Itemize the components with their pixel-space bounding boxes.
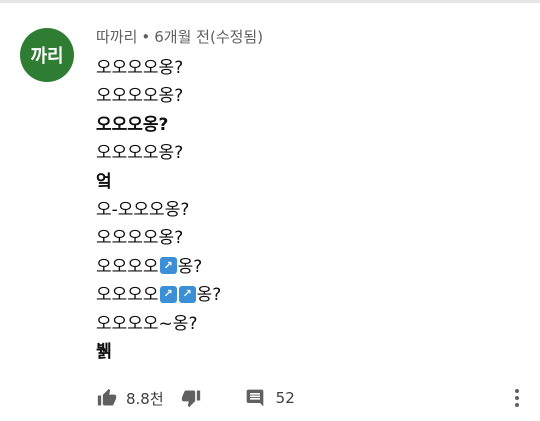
like-button[interactable] (96, 387, 118, 409)
arrow-up-right-emoji-icon: ↗ (178, 285, 196, 303)
comment-line-suffix: 옹? (177, 256, 203, 277)
dislike-button[interactable] (180, 387, 202, 409)
comment-line: 오오오오옹? (96, 224, 516, 252)
comment-line: 오-오오오옹? (96, 196, 516, 224)
author-name[interactable]: 따까리 (96, 26, 137, 48)
comment-line: 오오오오옹? (96, 54, 516, 82)
more-vertical-icon (515, 389, 519, 407)
comment-actions: 8.8천 52 (96, 384, 295, 412)
avatar-text: 까리 (30, 46, 64, 67)
arrow-up-right-emoji-icon: ↗ (159, 285, 177, 303)
comment-line: 뷁 (96, 338, 516, 366)
comment-line-suffix: 옹? (196, 285, 222, 306)
arrow-up-right-emoji-icon: ↗ (159, 257, 177, 275)
comment-line: 엌 (96, 168, 516, 196)
comment-line-text: 오오오오~옹? (96, 313, 198, 334)
comment-line-text: 오오오오옹? (96, 228, 184, 249)
more-actions-button[interactable] (508, 386, 526, 410)
comment-line: 오오오오 ↗ ↗ 옹? (96, 281, 516, 309)
thumbs-down-icon (181, 390, 200, 408)
comment-line-text: 엌 (96, 171, 112, 192)
comment-line-text: 오오오오옹? (96, 143, 184, 164)
comment-line-prefix: 오오오오 (96, 256, 159, 277)
comment-line-text: 뷁 (96, 341, 112, 362)
comment-line-text: 오오오옹? (96, 114, 169, 135)
comment-line-text: 오-오오오옹? (96, 199, 190, 220)
comment-text: 오오오오옹? 오오오오옹? 오오오옹? 오오오오옹? 엌 오-오오오옹? 오오오오옹? 오오오… (96, 54, 516, 366)
comment-line: 오오오오 ↗ 옹? (96, 253, 516, 281)
thumbs-up-icon (97, 388, 117, 406)
comment-line-prefix: 오오오오 (96, 285, 159, 306)
comment-line: 오오오오옹? (96, 82, 516, 110)
comment-line-text: 오오오오옹? (96, 58, 184, 78)
avatar[interactable]: 까리 (20, 28, 74, 82)
meta-separator: • (141, 28, 151, 46)
top-divider (0, 0, 540, 3)
comment-line: 오오오옹? (96, 111, 516, 139)
comment-meta: 따까리 • 6개월 전(수정됨) (96, 26, 516, 48)
comment-line: 오오오오~옹? (96, 310, 516, 338)
comment-line: 오오오오옹? (96, 139, 516, 167)
comment-time[interactable]: 6개월 전(수정됨) (154, 26, 263, 48)
comment-icon (246, 389, 263, 407)
comment-body: 따까리 • 6개월 전(수정됨) 오오오오옹? 오오오오옹? 오오오옹? 오오오오옹?… (96, 26, 516, 366)
reply-count: 52 (275, 389, 295, 407)
like-count: 8.8천 (126, 389, 164, 408)
comment-line-text: 오오오오옹? (96, 86, 184, 107)
reply-button[interactable] (244, 387, 266, 409)
